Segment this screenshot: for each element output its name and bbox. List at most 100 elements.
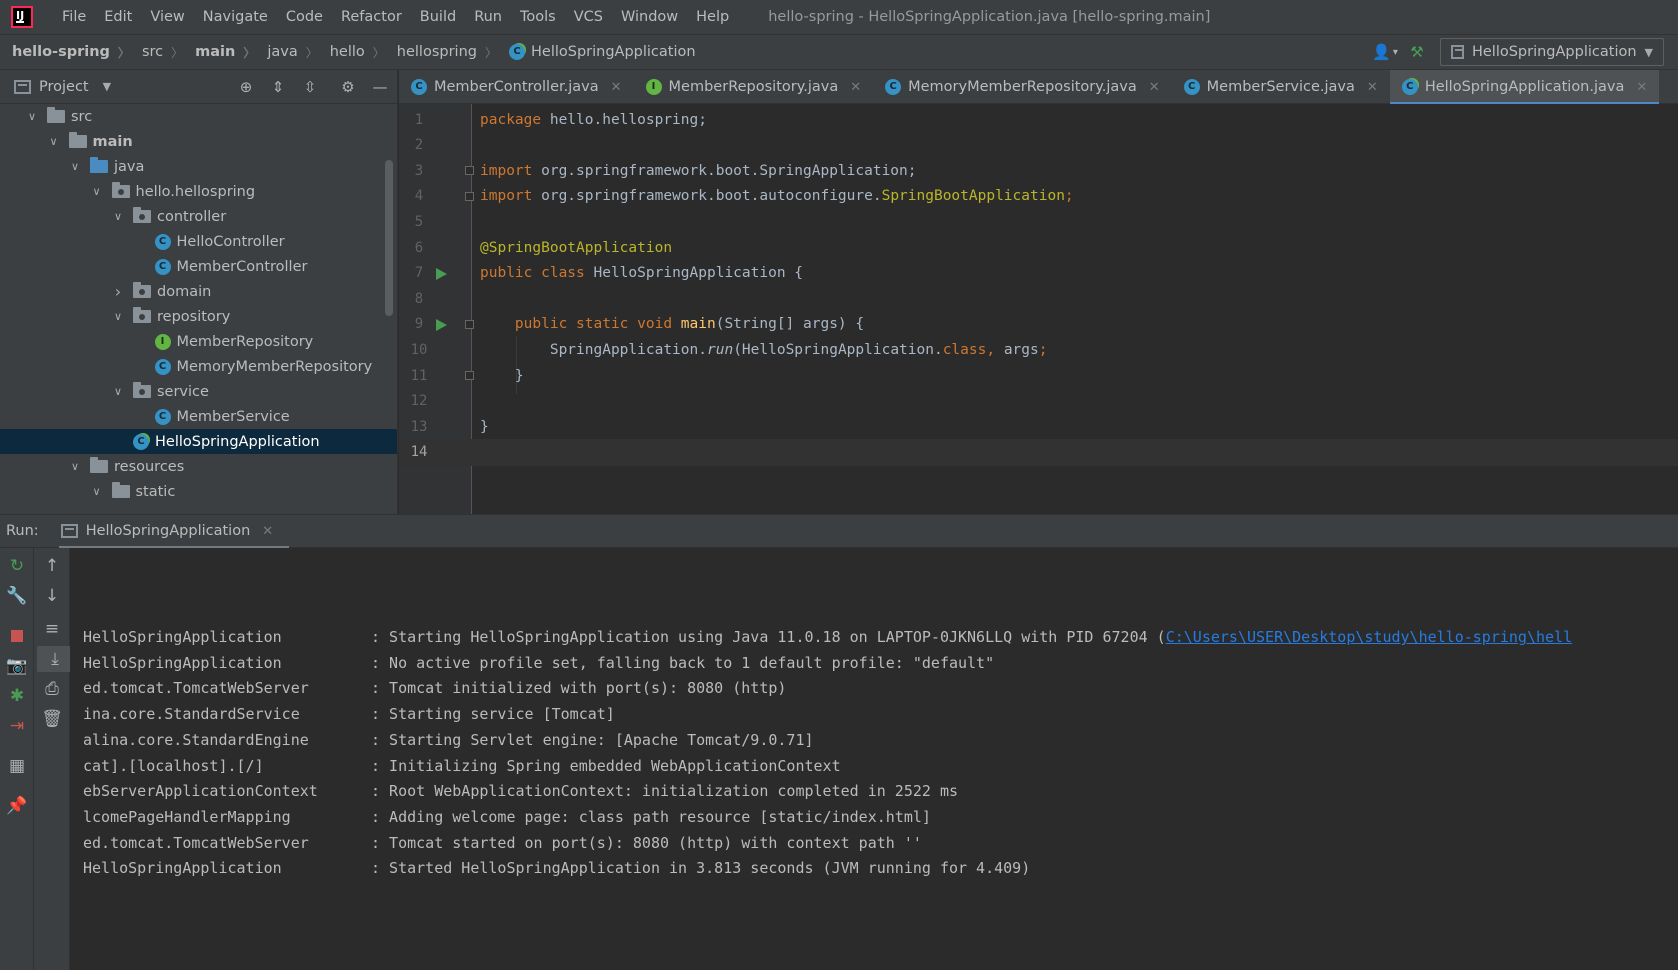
- breadcrumb-src[interactable]: src 〉: [130, 44, 183, 61]
- chevron-down-icon[interactable]: ∨: [111, 385, 125, 398]
- tree-item-java[interactable]: ∨ java: [0, 154, 397, 179]
- pin-icon[interactable]: 📌: [0, 793, 34, 819]
- fold-marker-icon[interactable]: [465, 371, 474, 380]
- close-icon[interactable]: ✕: [1367, 80, 1378, 95]
- tree-item-static[interactable]: ∨ static: [0, 479, 397, 504]
- tab-hellospringapplication-java[interactable]: C HelloSpringApplication.java ✕: [1389, 70, 1660, 105]
- tree-item-membercontroller[interactable]: C MemberController: [0, 254, 397, 279]
- breadcrumb-main[interactable]: main 〉: [183, 44, 255, 61]
- tree-item-controller[interactable]: ∨ controller: [0, 204, 397, 229]
- expand-all-icon[interactable]: ⇕: [269, 78, 287, 96]
- camera-icon[interactable]: 📷: [0, 653, 34, 679]
- menu-file[interactable]: File: [53, 0, 95, 34]
- menu-refactor[interactable]: Refactor: [332, 0, 411, 34]
- rerun-icon[interactable]: ↻: [0, 553, 34, 579]
- breadcrumb-hellospring[interactable]: hellospring 〉: [385, 44, 497, 61]
- run-tab[interactable]: HelloSpringApplication ✕: [58, 514, 290, 549]
- tree-item-memberrepository[interactable]: I MemberRepository: [0, 329, 397, 354]
- menu-window[interactable]: Window: [612, 0, 687, 34]
- menu-vcs[interactable]: VCS: [565, 0, 612, 34]
- locate-icon[interactable]: ⊕: [237, 78, 255, 96]
- minimize-icon[interactable]: —: [371, 78, 389, 96]
- chevron-down-icon[interactable]: ∨: [68, 460, 82, 473]
- tree-item-hellospringapplication[interactable]: C HelloSpringApplication: [0, 429, 397, 454]
- menu-view[interactable]: View: [141, 0, 193, 34]
- run-gutter-icon[interactable]: [436, 267, 447, 280]
- breadcrumb-project[interactable]: hello-spring 〉: [0, 44, 130, 61]
- tree-item-service[interactable]: ∨ service: [0, 379, 397, 404]
- fold-marker-icon[interactable]: [465, 319, 474, 329]
- chevron-right-icon[interactable]: ›: [111, 282, 125, 301]
- line-number: 2: [414, 137, 424, 154]
- chevron-down-icon[interactable]: ▼: [103, 80, 111, 93]
- tab-membercontroller-java[interactable]: C MemberController.java ✕: [399, 70, 634, 104]
- tree-item-main[interactable]: ∨ main: [0, 129, 397, 154]
- code-token: (String[] args) {: [715, 316, 865, 333]
- code-line: 4 import org.springframework.boot.autocon…: [399, 183, 1678, 210]
- breadcrumb-class[interactable]: C HelloSpringApplication: [497, 44, 696, 60]
- chevron-down-icon[interactable]: ∨: [47, 135, 61, 148]
- log-file-link[interactable]: C:\Users\USER\Desktop\study\hello-spring…: [1166, 628, 1572, 654]
- arrow-down-icon[interactable]: ↓: [34, 583, 70, 609]
- chevron-down-icon[interactable]: ∨: [111, 310, 125, 323]
- tree-item-src[interactable]: ∨ src: [0, 104, 397, 129]
- breadcrumb-hello[interactable]: hello 〉: [318, 44, 385, 61]
- chevron-down-icon[interactable]: ∨: [90, 185, 104, 198]
- project-title[interactable]: Project: [39, 79, 89, 95]
- user-account-icon[interactable]: 👤 ▾: [1372, 43, 1398, 61]
- run-gutter-icon[interactable]: [436, 318, 447, 331]
- breadcrumb-java[interactable]: java 〉: [255, 44, 317, 61]
- code-token: ;: [1064, 188, 1074, 205]
- code-editor[interactable]: 1 package hello.hellospring; 2 3 import org.…: [399, 104, 1678, 514]
- stop-icon[interactable]: [0, 623, 34, 649]
- close-icon[interactable]: ✕: [262, 524, 273, 539]
- tree-item-repository[interactable]: ∨ repository: [0, 304, 397, 329]
- chevron-down-icon[interactable]: ∨: [90, 485, 104, 498]
- print-icon[interactable]: ⎙: [34, 676, 70, 702]
- fold-marker-icon[interactable]: [465, 166, 474, 176]
- tree-item-hellocontroller[interactable]: C HelloController: [0, 229, 397, 254]
- chevron-down-icon[interactable]: ∨: [25, 110, 39, 123]
- menu-code[interactable]: Code: [277, 0, 332, 34]
- menu-navigate[interactable]: Navigate: [194, 0, 277, 34]
- tree-item-hello-hellospring[interactable]: ∨ hello.hellospring: [0, 179, 397, 204]
- soft-wrap-icon[interactable]: ≡: [34, 616, 70, 642]
- arrow-up-icon[interactable]: ↑: [34, 553, 70, 579]
- close-icon[interactable]: ✕: [850, 80, 861, 95]
- chevron-down-icon[interactable]: ∨: [68, 160, 82, 173]
- intellij-logo-icon: IJ: [11, 6, 33, 28]
- menu-run[interactable]: Run: [465, 0, 511, 34]
- trash-icon[interactable]: 🗑: [34, 706, 70, 732]
- gear-icon[interactable]: ⚙: [339, 78, 357, 96]
- console-line: HelloSpringApplication: Starting HelloSp…: [83, 628, 1572, 654]
- close-icon[interactable]: ✕: [1636, 80, 1647, 95]
- chevron-down-icon[interactable]: ∨: [111, 210, 125, 223]
- menu-help[interactable]: Help: [687, 0, 738, 34]
- menu-tools[interactable]: Tools: [511, 0, 565, 34]
- fold-marker-icon[interactable]: [465, 191, 474, 201]
- build-hammer-icon[interactable]: ⚒: [1408, 43, 1426, 61]
- tab-memorymemberrepository-java[interactable]: C MemoryMemberRepository.java ✕: [873, 70, 1172, 104]
- tab-memberrepository-java[interactable]: I MemberRepository.java ✕: [634, 70, 874, 104]
- tree-item-memberservice[interactable]: C MemberService: [0, 404, 397, 429]
- collapse-all-icon[interactable]: ⇳: [301, 78, 319, 96]
- tree-item-domain[interactable]: › domain: [0, 279, 397, 304]
- console-line: ina.core.StandardService: Starting servi…: [83, 705, 615, 731]
- exit-icon[interactable]: ⇥: [0, 713, 34, 739]
- wrench-icon[interactable]: 🔧: [0, 583, 34, 609]
- tree-item-label: main: [92, 133, 133, 150]
- scroll-to-end-icon[interactable]: ⤓: [37, 646, 73, 672]
- close-icon[interactable]: ✕: [1149, 80, 1160, 95]
- tree-scrollbar[interactable]: [385, 160, 393, 316]
- layout-icon[interactable]: ▦: [0, 753, 34, 779]
- close-icon[interactable]: ✕: [611, 80, 622, 95]
- debug-icon[interactable]: ✱: [0, 683, 34, 709]
- menu-build[interactable]: Build: [411, 0, 465, 34]
- run-configuration-select[interactable]: HelloSpringApplication ▼: [1440, 38, 1664, 66]
- menu-edit[interactable]: Edit: [95, 0, 141, 34]
- tree-item-resources[interactable]: ∨ resources: [0, 454, 397, 479]
- tree-item-memorymemberrepository[interactable]: C MemoryMemberRepository: [0, 354, 397, 379]
- code-token: }: [514, 367, 524, 384]
- tab-memberservice-java[interactable]: C MemberService.java ✕: [1172, 70, 1390, 104]
- console-output[interactable]: HelloSpringApplication: Starting HelloSp…: [70, 548, 1678, 970]
